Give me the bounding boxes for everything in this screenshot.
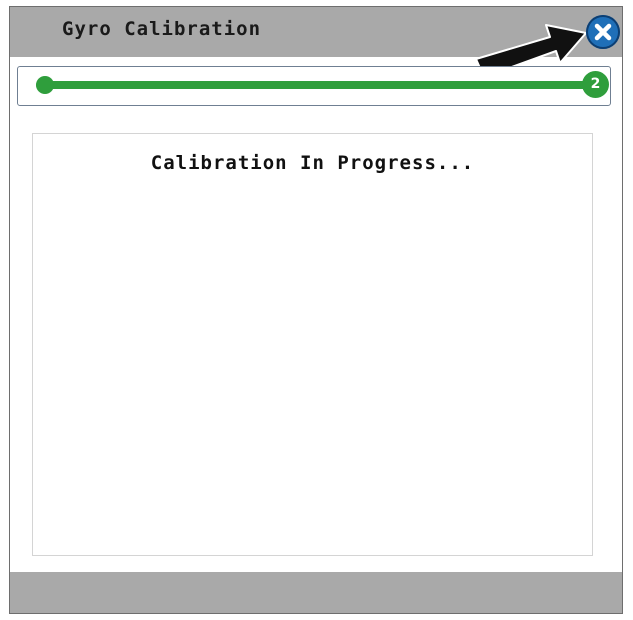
content-panel: Calibration In Progress... xyxy=(32,133,593,556)
footer-bar xyxy=(10,572,622,613)
close-button[interactable] xyxy=(586,15,620,49)
progress-step-badge: 2 xyxy=(582,71,609,98)
calibration-status-text: Calibration In Progress... xyxy=(150,152,475,174)
progress-start-marker xyxy=(36,76,54,94)
dialog-title: Gyro Calibration xyxy=(62,18,262,40)
calibration-dialog: Gyro Calibration 2 Calibration In Progre… xyxy=(9,6,623,614)
title-bar: Gyro Calibration xyxy=(10,7,622,78)
progress-bar-fill xyxy=(36,81,596,89)
close-icon xyxy=(594,23,612,41)
